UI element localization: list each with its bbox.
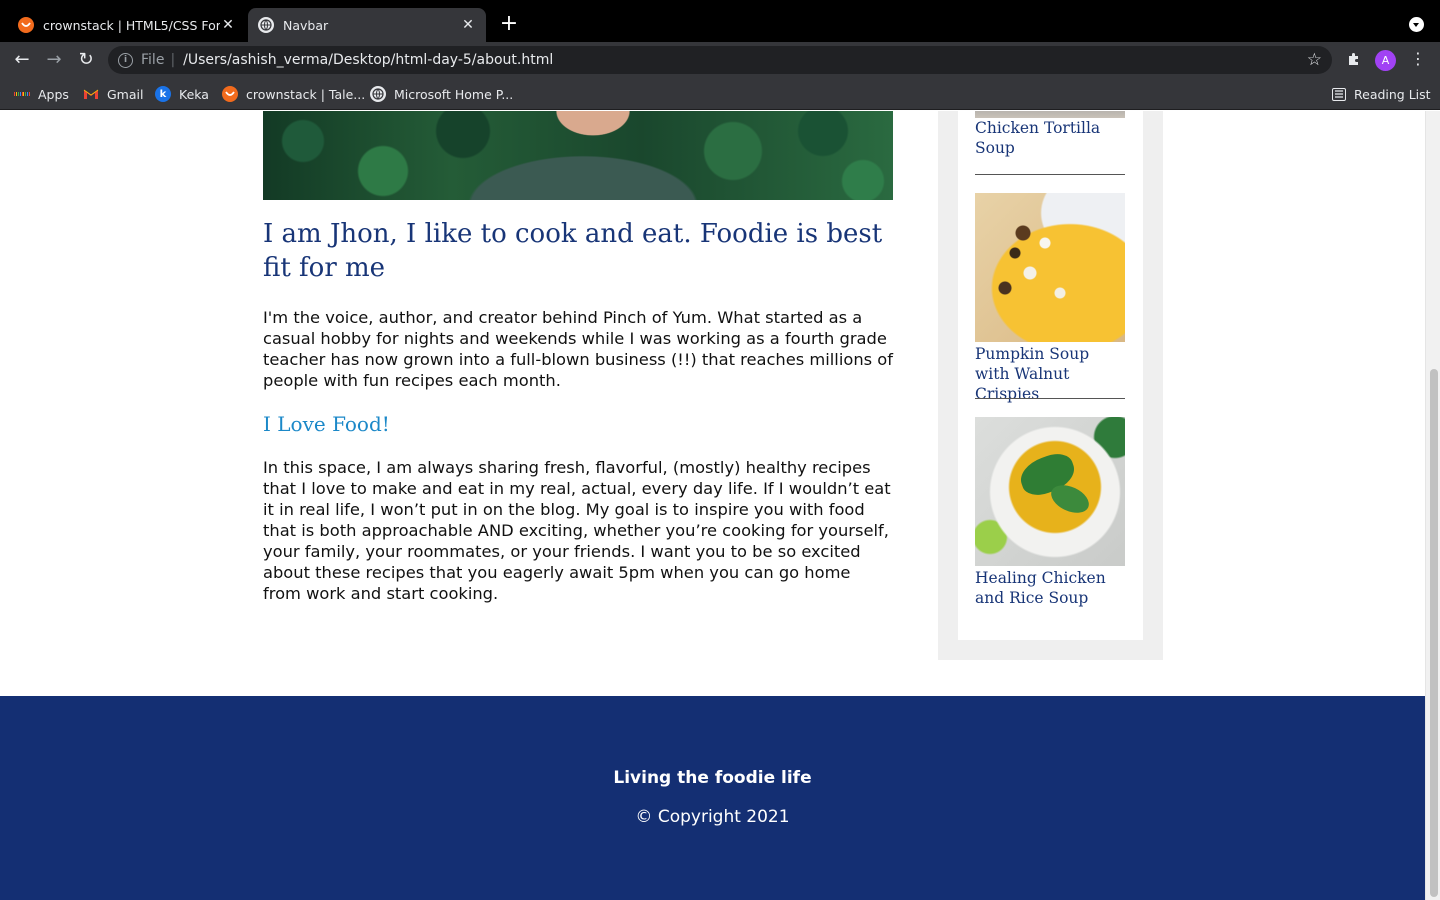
scrollbar-thumb[interactable] (1430, 369, 1438, 897)
back-arrow-icon[interactable]: ← (10, 48, 34, 72)
tab-strip: crownstack | HTML5/CSS For b ✕ Navbar ✕ … (0, 0, 1440, 42)
recipe-image-healing-soup[interactable] (975, 417, 1125, 566)
page-title: I am Jhon, I like to cook and eat. Foodi… (263, 219, 883, 283)
new-tab-button[interactable]: + (498, 13, 520, 35)
footer-copyright: © Copyright 2021 (635, 807, 790, 827)
profile-avatar[interactable]: A (1375, 50, 1396, 71)
reading-list-label: Reading List (1354, 86, 1431, 102)
gmail-icon (83, 86, 99, 102)
page-viewport: I am Jhon, I like to cook and eat. Foodi… (0, 111, 1425, 900)
recipe-image-pumpkin-soup[interactable] (975, 193, 1125, 342)
bookmark-crownstack[interactable]: crownstack | Tale... (222, 84, 365, 104)
tab-title: crownstack | HTML5/CSS For b (43, 17, 220, 33)
bookmarks-bar: Apps Gmail k Keka crownstack | Tale... M… (0, 78, 1440, 110)
bookmark-gmail[interactable]: Gmail (83, 84, 143, 104)
body-paragraph: In this space, I am always sharing fresh… (263, 458, 891, 603)
more-menu-icon[interactable]: ⋮ (1410, 49, 1426, 68)
section-heading: I Love Food! (263, 412, 390, 436)
recipe-divider (975, 174, 1125, 175)
tab-title: Navbar (283, 17, 329, 33)
crownstack-favicon-icon (18, 17, 34, 33)
bookmark-apps[interactable]: Apps (14, 84, 69, 104)
close-tab-icon[interactable]: ✕ (460, 17, 476, 33)
site-footer: Living the foodie life © Copyright 2021 (0, 696, 1425, 900)
reading-list-button[interactable]: Reading List (1332, 84, 1431, 104)
browser-toolbar: ← → ↻ i File | /Users/ashish_verma/Deskt… (0, 42, 1440, 78)
recipe-link-chicken-tortilla[interactable]: Chicken Tortilla Soup (975, 118, 1125, 158)
reading-list-icon (1332, 87, 1346, 101)
recipe-item: Healing Chicken and Rice Soup (975, 417, 1125, 608)
bookmark-label: crownstack | Tale... (246, 86, 366, 102)
url-text: /Users/ashish_verma/Desktop/html-day-5/a… (183, 52, 554, 68)
sidebar-container: Chicken Tortilla Soup Pumpkin Soup with … (938, 111, 1163, 660)
apps-grid-icon (14, 86, 31, 102)
bookmark-star-icon[interactable]: ☆ (1307, 50, 1322, 70)
recipe-item: Pumpkin Soup with Walnut Crispies (975, 193, 1125, 404)
crownstack-icon (222, 86, 238, 102)
recipe-link-pumpkin-soup[interactable]: Pumpkin Soup with Walnut Crispies (975, 344, 1125, 404)
bookmark-microsoft[interactable]: Microsoft Home P... (370, 84, 513, 104)
bookmark-label: Keka (179, 86, 209, 102)
info-icon[interactable]: i (118, 52, 133, 68)
hero-image (263, 111, 893, 200)
globe-icon (370, 86, 386, 102)
bookmark-label: Microsoft Home P... (394, 86, 514, 102)
recipe-sidebar: Chicken Tortilla Soup Pumpkin Soup with … (958, 111, 1143, 640)
bookmark-keka[interactable]: k Keka (155, 84, 209, 104)
close-tab-icon[interactable]: ✕ (220, 17, 236, 33)
recipe-item: Chicken Tortilla Soup (975, 118, 1125, 158)
globe-icon (258, 17, 274, 33)
address-bar[interactable]: i File | /Users/ashish_verma/Desktop/htm… (108, 46, 1332, 74)
reload-icon[interactable]: ↻ (74, 48, 98, 72)
bookmark-label: Gmail (107, 86, 144, 102)
recipe-link-healing-soup[interactable]: Healing Chicken and Rice Soup (975, 568, 1125, 608)
keka-icon: k (155, 86, 171, 102)
url-scheme: File (141, 52, 165, 68)
page-scrollbar[interactable] (1425, 111, 1440, 900)
recipe-divider (975, 398, 1125, 399)
forward-arrow-icon[interactable]: → (42, 48, 66, 72)
extensions-puzzle-icon[interactable] (1346, 51, 1362, 71)
footer-tagline: Living the foodie life (613, 768, 812, 788)
bookmark-label: Apps (38, 86, 69, 102)
url-separator: | (170, 52, 176, 68)
recipe-image-chicken-tortilla[interactable] (975, 111, 1125, 118)
tab-search-icon[interactable] (1409, 17, 1424, 32)
intro-paragraph: I'm the voice, author, and creator behin… (263, 308, 893, 390)
tab-navbar[interactable]: Navbar ✕ (248, 8, 486, 42)
tab-crownstack[interactable]: crownstack | HTML5/CSS For b ✕ (8, 8, 246, 42)
